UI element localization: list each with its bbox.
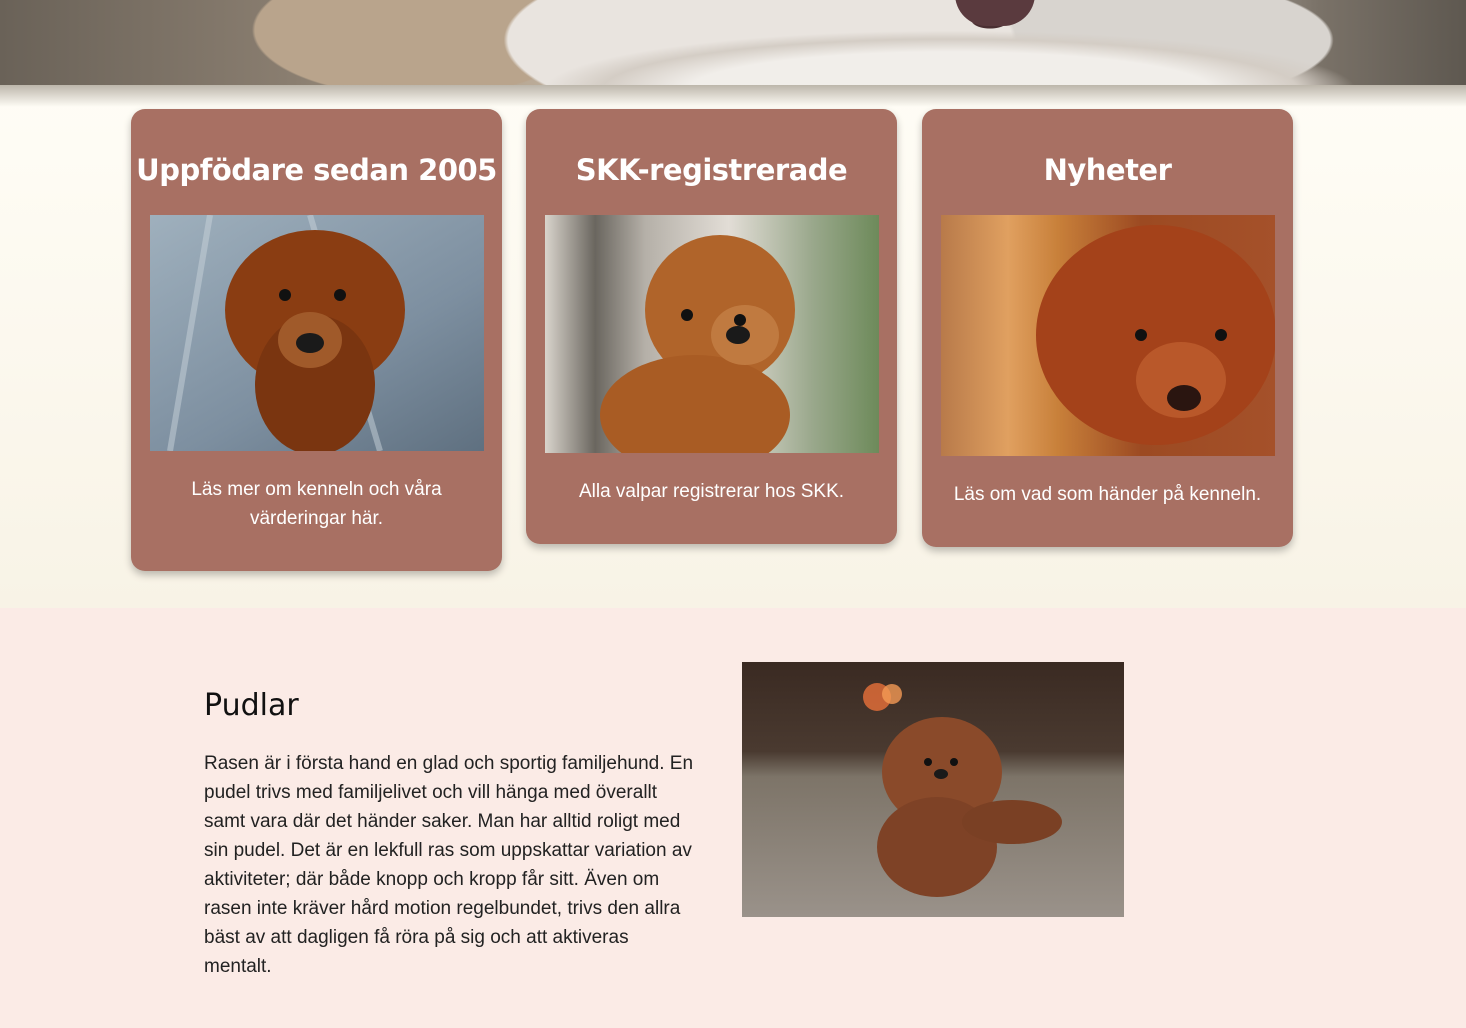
breed-section: Pudlar Rasen är i första hand en glad oc… [0, 608, 1466, 1028]
section-text: Rasen är i första hand en glad och sport… [204, 753, 694, 977]
card-text: Läs mer om kenneln och våra värderingar … [191, 479, 442, 529]
section-photo [742, 662, 1124, 917]
poodle-photo [167, 215, 405, 451]
card-title: Uppfödare sedan 2005 [136, 153, 497, 187]
card-photo [150, 215, 484, 451]
poodle-photo [1036, 225, 1275, 445]
poodle-photo [600, 235, 795, 453]
hero-dog-fur [540, 30, 1360, 85]
card-breeder[interactable]: Uppfödare sedan 2005 Läs mer om kenneln … [131, 109, 502, 571]
poodle-photo [863, 683, 1062, 897]
card-photo [545, 215, 879, 453]
card-title: SKK-registrerade [575, 153, 848, 187]
hero-shadow [0, 85, 1466, 107]
card-photo [941, 215, 1275, 456]
section-title: Pudlar [204, 688, 299, 723]
hero-image [0, 0, 1466, 85]
hero-dog-nose [955, 0, 1035, 26]
card-text: Läs om vad som händer på kenneln. [953, 484, 1262, 505]
card-news[interactable]: Nyheter Läs om vad som händer på kenneln… [922, 109, 1293, 547]
card-title: Nyheter [1043, 153, 1172, 187]
card-text: Alla valpar registrerar hos SKK. [578, 481, 845, 502]
card-skk[interactable]: SKK-registrerade Alla valpar registrerar… [526, 109, 897, 544]
